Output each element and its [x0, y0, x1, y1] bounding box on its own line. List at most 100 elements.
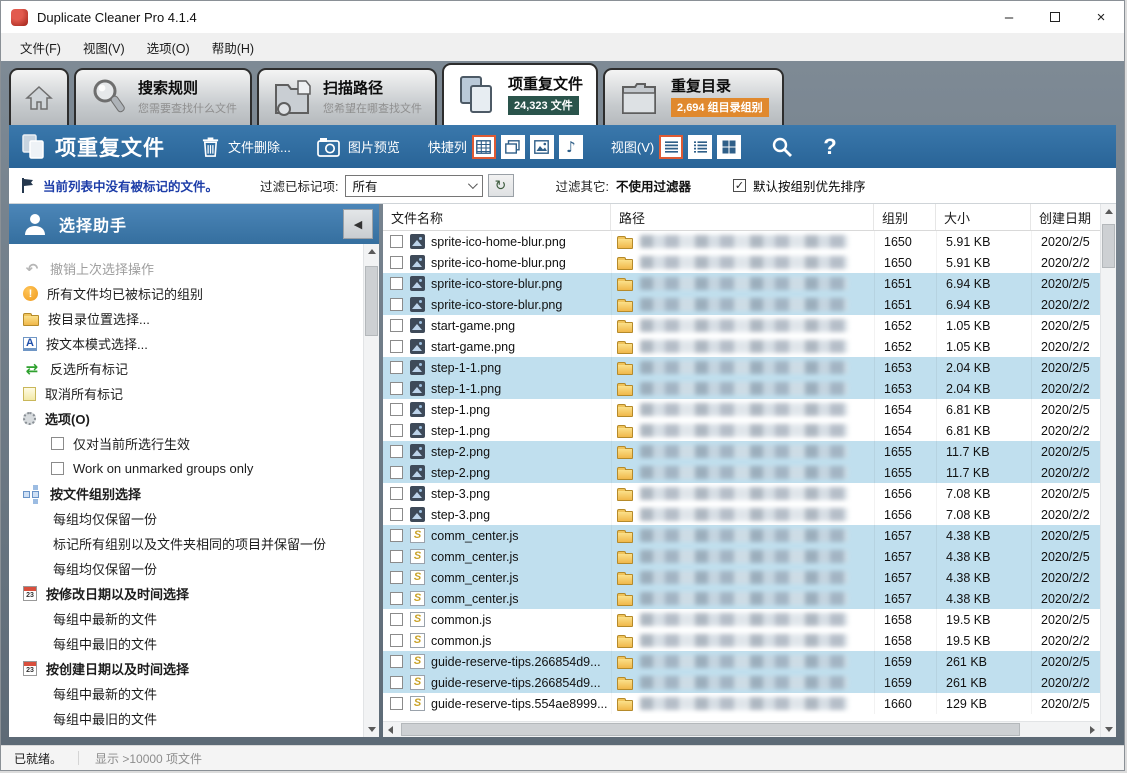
quick-column-window-button[interactable]: [501, 135, 525, 159]
row-checkbox[interactable]: [390, 382, 403, 395]
sort-by-group-checkbox[interactable]: ✓: [733, 179, 746, 192]
sidebar-section-header[interactable]: 选项(O): [9, 406, 363, 431]
sidebar-section-header[interactable]: 按文件组别选择: [9, 481, 363, 506]
table-row[interactable]: sprite-ico-store-blur.png16516.94 KB2020…: [383, 273, 1100, 294]
quick-column-audio-button[interactable]: ♪: [559, 135, 583, 159]
row-checkbox[interactable]: [390, 424, 403, 437]
help-button[interactable]: ?: [823, 134, 836, 160]
checkbox[interactable]: [51, 437, 64, 450]
menu-file[interactable]: 文件(F): [9, 38, 72, 57]
scroll-up-icon[interactable]: [1105, 209, 1113, 214]
table-row[interactable]: sprite-ico-home-blur.png16505.91 KB2020/…: [383, 252, 1100, 273]
column-header-created[interactable]: 创建日期: [1031, 204, 1100, 230]
sidebar-item[interactable]: Work on unmarked groups only: [9, 456, 363, 481]
row-checkbox[interactable]: [390, 529, 403, 542]
sidebar-item[interactable]: 按目录位置选择...: [9, 306, 363, 331]
sidebar-item[interactable]: 仅对当前所选行生效: [9, 431, 363, 456]
sidebar-item[interactable]: 标记所有组别以及文件夹相同的项目并保留一份: [9, 531, 363, 556]
sidebar-item[interactable]: 反选所有标记: [9, 356, 363, 381]
table-row[interactable]: step-2.png165511.7 KB2020/2/2: [383, 462, 1100, 483]
file-delete-button[interactable]: 文件删除...: [201, 136, 291, 158]
table-row[interactable]: step-3.png16567.08 KB2020/2/5: [383, 483, 1100, 504]
column-header-filename[interactable]: 文件名称: [383, 204, 611, 230]
tab-home[interactable]: [9, 68, 69, 125]
scroll-up-icon[interactable]: [368, 249, 376, 254]
checkbox[interactable]: [51, 462, 64, 475]
column-header-path[interactable]: 路径: [611, 204, 874, 230]
quick-column-image-button[interactable]: [530, 135, 554, 159]
tab-search-rules[interactable]: 搜索规则 您需要查找什么文件: [74, 68, 252, 125]
row-checkbox[interactable]: [390, 508, 403, 521]
sidebar-item[interactable]: 每组均仅保留一份: [9, 556, 363, 581]
table-row[interactable]: comm_center.js16574.38 KB2020/2/2: [383, 588, 1100, 609]
tab-duplicate-files[interactable]: 项重复文件 24,323 文件: [442, 63, 598, 125]
sidebar-section-header[interactable]: 按修改日期以及时间选择: [9, 581, 363, 606]
maximize-button[interactable]: [1032, 1, 1078, 33]
tab-duplicate-folders[interactable]: 重复目录 2,694 组目录组别: [603, 68, 784, 125]
row-checkbox[interactable]: [390, 634, 403, 647]
table-row[interactable]: guide-reserve-tips.554ae8999...1660129 K…: [383, 693, 1100, 714]
table-row[interactable]: step-3.png16567.08 KB2020/2/2: [383, 504, 1100, 525]
sidebar-scroll-thumb[interactable]: [365, 266, 378, 336]
horizontal-scroll-thumb[interactable]: [401, 723, 1020, 736]
table-row[interactable]: guide-reserve-tips.266854d9...1659261 KB…: [383, 672, 1100, 693]
column-header-size[interactable]: 大小: [936, 204, 1031, 230]
view-list-button[interactable]: [659, 135, 683, 159]
row-checkbox[interactable]: [390, 277, 403, 290]
table-row[interactable]: start-game.png16521.05 KB2020/2/2: [383, 336, 1100, 357]
sidebar-item[interactable]: 每组均仅保留一份: [9, 506, 363, 531]
sidebar-section-header[interactable]: 按创建日期以及时间选择: [9, 656, 363, 681]
table-row[interactable]: step-2.png165511.7 KB2020/2/5: [383, 441, 1100, 462]
sidebar-scrollbar[interactable]: [363, 244, 379, 737]
row-checkbox[interactable]: [390, 256, 403, 269]
menu-view[interactable]: 视图(V): [72, 38, 136, 57]
sidebar-item[interactable]: 每组中最旧的文件: [9, 706, 363, 731]
table-row[interactable]: comm_center.js16574.38 KB2020/2/2: [383, 567, 1100, 588]
table-row[interactable]: sprite-ico-home-blur.png16505.91 KB2020/…: [383, 231, 1100, 252]
table-row[interactable]: common.js165819.5 KB2020/2/5: [383, 609, 1100, 630]
table-row[interactable]: step-1.png16546.81 KB2020/2/5: [383, 399, 1100, 420]
sidebar-item[interactable]: 每组中最旧的文件: [9, 631, 363, 656]
close-button[interactable]: ×: [1078, 1, 1124, 33]
table-row[interactable]: comm_center.js16574.38 KB2020/2/5: [383, 546, 1100, 567]
table-row[interactable]: start-game.png16521.05 KB2020/2/5: [383, 315, 1100, 336]
row-checkbox[interactable]: [390, 319, 403, 332]
scroll-left-icon[interactable]: [388, 726, 393, 734]
table-row[interactable]: guide-reserve-tips.266854d9...1659261 KB…: [383, 651, 1100, 672]
row-checkbox[interactable]: [390, 445, 403, 458]
table-row[interactable]: step-1-1.png16532.04 KB2020/2/5: [383, 357, 1100, 378]
minimize-button[interactable]: –: [986, 1, 1032, 33]
scroll-right-icon[interactable]: [1090, 726, 1095, 734]
sidebar-item[interactable]: 每组中最新的文件: [9, 681, 363, 706]
view-details-button[interactable]: [688, 135, 712, 159]
sidebar-item[interactable]: 取消所有标记: [9, 381, 363, 406]
scroll-down-icon[interactable]: [1105, 727, 1113, 732]
row-checkbox[interactable]: [390, 550, 403, 563]
sidebar-item[interactable]: 每组中最新的文件: [9, 606, 363, 631]
sidebar-item[interactable]: 所有文件均已被标记的组别: [9, 281, 363, 306]
table-scroll-thumb[interactable]: [1102, 224, 1115, 268]
search-button[interactable]: [771, 136, 793, 158]
quick-column-grid-button[interactable]: [472, 135, 496, 159]
row-checkbox[interactable]: [390, 571, 403, 584]
image-preview-button[interactable]: 图片预览: [317, 137, 400, 157]
table-row[interactable]: step-1-1.png16532.04 KB2020/2/2: [383, 378, 1100, 399]
table-row[interactable]: sprite-ico-store-blur.png16516.94 KB2020…: [383, 294, 1100, 315]
table-vertical-scrollbar[interactable]: [1100, 204, 1116, 737]
row-checkbox[interactable]: [390, 655, 403, 668]
row-checkbox[interactable]: [390, 340, 403, 353]
row-checkbox[interactable]: [390, 361, 403, 374]
table-row[interactable]: step-1.png16546.81 KB2020/2/2: [383, 420, 1100, 441]
horizontal-scrollbar[interactable]: [383, 721, 1100, 737]
table-row[interactable]: common.js165819.5 KB2020/2/2: [383, 630, 1100, 651]
row-checkbox[interactable]: [390, 466, 403, 479]
sidebar-section-header[interactable]: 按文件大小选择: [9, 731, 363, 737]
table-row[interactable]: comm_center.js16574.38 KB2020/2/5: [383, 525, 1100, 546]
row-checkbox[interactable]: [390, 487, 403, 500]
sidebar-item[interactable]: 按文本模式选择...: [9, 331, 363, 356]
menu-options[interactable]: 选项(O): [136, 38, 201, 57]
refresh-button[interactable]: ↻: [488, 174, 514, 197]
row-checkbox[interactable]: [390, 697, 403, 710]
row-checkbox[interactable]: [390, 592, 403, 605]
row-checkbox[interactable]: [390, 676, 403, 689]
